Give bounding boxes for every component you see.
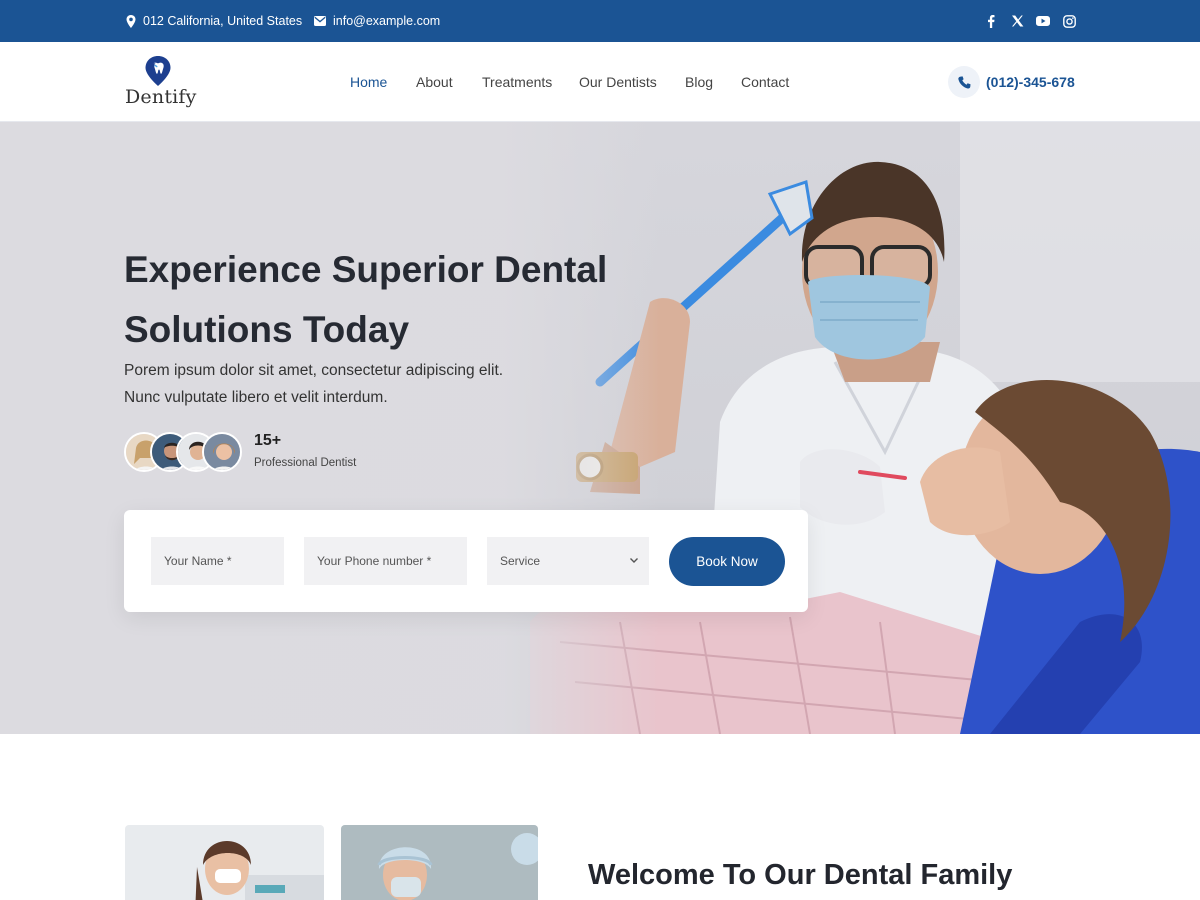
top-info-bar: 012 California, United States info@examp…	[0, 0, 1200, 42]
address-text: 012 California, United States	[143, 14, 303, 28]
nav-blog[interactable]: Blog	[685, 74, 713, 90]
instagram-icon[interactable]	[1062, 14, 1076, 28]
tooth-pin-logo-icon	[145, 56, 171, 86]
hero-subtitle: Porem ipsum dolor sit amet, consectetur …	[124, 358, 564, 411]
phone-icon	[957, 75, 970, 89]
address-info: 012 California, United States	[126, 0, 302, 42]
clinic-photo-surgery	[341, 825, 538, 900]
welcome-section: Welcome To Our Dental Family	[0, 734, 1200, 900]
hero-section: Experience Superior Dental Solutions Tod…	[0, 122, 1200, 734]
phone-icon-circle	[948, 66, 980, 98]
dentist-count-label: Professional Dentist	[254, 457, 357, 469]
phone-number[interactable]: (012)-345-678	[986, 74, 1075, 90]
hero-title: Experience Superior Dental Solutions Tod…	[124, 240, 644, 360]
envelope-icon	[314, 16, 326, 26]
main-header: Dentify Home About Treatments Our Dentis…	[0, 42, 1200, 122]
youtube-icon[interactable]	[1036, 14, 1050, 28]
nav-contact[interactable]: Contact	[741, 74, 789, 90]
phone-input[interactable]	[304, 537, 467, 585]
nav-home[interactable]: Home	[350, 74, 387, 90]
logo-wordmark: Dentify	[125, 86, 197, 108]
service-select-value: Service	[500, 554, 541, 568]
email-info[interactable]: info@example.com	[314, 0, 440, 42]
hero-background-image	[0, 122, 1200, 734]
header-phone[interactable]: (012)-345-678	[948, 66, 1075, 98]
nav-about[interactable]: About	[416, 74, 453, 90]
clinic-photo-dentist	[125, 825, 324, 900]
service-select[interactable]: Service	[487, 537, 649, 585]
book-now-button[interactable]: Book Now	[669, 537, 785, 586]
booking-form: Service Book Now	[124, 510, 808, 612]
hero-subtitle-line1: Porem ipsum dolor sit amet, consectetur …	[124, 362, 504, 379]
hero-subtitle-line2: Nunc vulputate libero et velit interdum.	[124, 388, 388, 406]
hero-title-line1: Experience Superior Dental	[124, 249, 608, 290]
hero-title-line2: Solutions Today	[124, 309, 410, 350]
x-icon[interactable]	[1010, 14, 1024, 28]
avatar	[202, 432, 242, 472]
social-links	[984, 0, 1076, 42]
nav-treatments[interactable]: Treatments	[482, 74, 552, 90]
dentist-count: 15+	[254, 432, 282, 449]
facebook-icon[interactable]	[984, 14, 998, 28]
nav-our-dentists[interactable]: Our Dentists	[579, 74, 657, 90]
location-pin-icon	[126, 14, 136, 28]
email-text[interactable]: info@example.com	[333, 14, 440, 28]
chevron-down-icon	[630, 558, 638, 563]
name-input[interactable]	[151, 537, 284, 585]
welcome-heading: Welcome To Our Dental Family	[588, 859, 1013, 891]
site-logo[interactable]: Dentify	[124, 56, 197, 112]
